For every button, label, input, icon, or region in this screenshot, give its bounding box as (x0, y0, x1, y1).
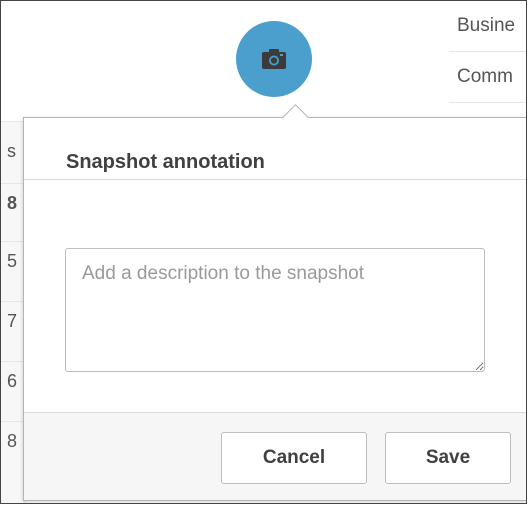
dialog-footer: Cancel Save (24, 412, 526, 500)
dialog-header: Snapshot annotation (24, 118, 526, 180)
camera-icon (261, 48, 287, 70)
app-frame: Busine Comm s 8 5 7 6 8 Snapshot annotat… (0, 0, 527, 504)
background-table-row (1, 241, 25, 242)
background-table-row (1, 301, 25, 302)
background-cell-text: 8 (7, 193, 18, 213)
background-table-row (1, 421, 25, 422)
background-table-row (1, 361, 25, 362)
background-cell-text: 6 (7, 371, 18, 391)
snapshot-annotation-dialog: Snapshot annotation Cancel Save (23, 104, 526, 501)
background-cell-text: 7 (7, 311, 18, 331)
snapshot-camera-button[interactable] (236, 21, 312, 97)
snapshot-description-field[interactable] (65, 248, 485, 372)
background-list-item[interactable]: Comm (449, 52, 526, 103)
save-button[interactable]: Save (385, 432, 511, 484)
background-table-row (1, 183, 25, 184)
background-cell-text: 5 (7, 251, 18, 271)
background-list: Busine Comm (449, 1, 526, 103)
background-table-row (1, 121, 25, 122)
background-cell-text: 8 (7, 431, 18, 451)
cancel-button[interactable]: Cancel (221, 432, 367, 484)
background-list-item[interactable]: Busine (449, 1, 526, 52)
dialog-title: Snapshot annotation (66, 151, 265, 173)
background-cell-text: s (7, 141, 16, 161)
dialog-body (24, 180, 526, 412)
